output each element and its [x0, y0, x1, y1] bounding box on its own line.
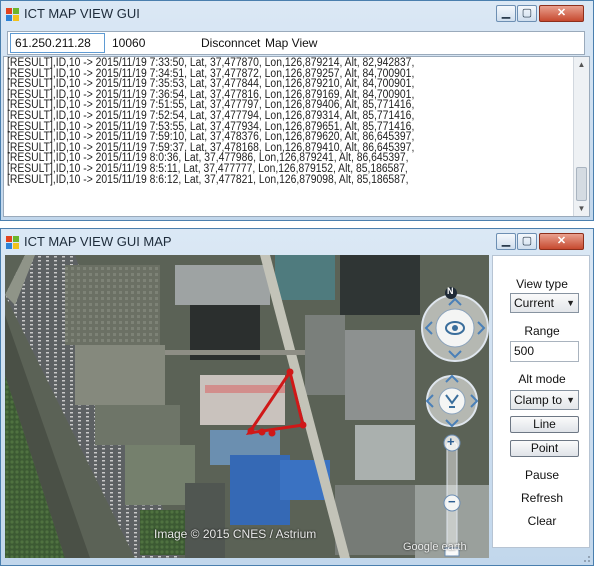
alt-mode-label: Alt mode [518, 372, 566, 386]
close-button[interactable]: ✕ [539, 5, 584, 22]
zoom-out-icon[interactable]: − [448, 494, 456, 509]
map-view-menu-item[interactable]: Map View [265, 36, 317, 50]
track-point [268, 429, 276, 437]
log-window: ICT MAP VIEW GUI ▁ ▢ ✕ 61.250.211.28 100… [0, 0, 594, 221]
window-title: ICT MAP VIEW GUI MAP [24, 234, 172, 249]
google-earth-logo: Google earth [403, 541, 467, 553]
track-point [299, 421, 307, 429]
chevron-down-icon: ▼ [566, 298, 575, 308]
app-icon [6, 8, 19, 21]
move-navigation-control[interactable] [425, 374, 479, 428]
app-icon [6, 236, 19, 249]
range-label: Range [524, 324, 560, 338]
range-input[interactable]: 500 [510, 341, 579, 362]
point-button[interactable]: Point [510, 440, 579, 457]
maximize-button[interactable]: ▢ [517, 5, 537, 22]
control-panel: View type Current ▼ Range 500 Alt mode C… [492, 255, 590, 548]
map-imagery [5, 255, 489, 558]
zoom-in-icon[interactable]: + [447, 434, 455, 449]
clear-button[interactable]: Clear [493, 514, 591, 528]
ip-address-input[interactable]: 61.250.211.28 [10, 33, 105, 53]
scrollbar-thumb[interactable] [576, 167, 587, 201]
line-button[interactable]: Line [510, 416, 579, 433]
port-field[interactable]: 10060 [112, 36, 145, 50]
window-title: ICT MAP VIEW GUI [24, 6, 140, 21]
scroll-down-icon[interactable]: ▼ [574, 201, 589, 216]
disconnect-menu-item[interactable]: Disconncet [201, 36, 260, 50]
minimize-button[interactable]: ▁ [496, 233, 516, 250]
maximize-button[interactable]: ▢ [517, 233, 537, 250]
log-line: [RESULT],ID,10 -> 2015/11/19 8:6:12, Lat… [7, 173, 409, 186]
track-point [247, 427, 255, 435]
view-type-label: View type [516, 277, 568, 291]
alt-mode-select[interactable]: Clamp to ▼ [510, 390, 579, 410]
refresh-button[interactable]: Refresh [493, 491, 591, 505]
chevron-down-icon: ▼ [566, 395, 575, 405]
connection-toolbar: 61.250.211.28 10060 Disconncet Map View [7, 31, 585, 55]
resize-grip-icon[interactable] [581, 553, 591, 563]
close-button[interactable]: ✕ [539, 233, 584, 250]
log-line: [RESULT],ID,10 -> 2015/11/19 8:5:11, Lat… [7, 162, 408, 175]
compass-north-label: N [447, 286, 454, 296]
satellite-map[interactable]: N + − Image © 2015 CNES / Astrium Google… [5, 255, 489, 558]
alt-mode-value: Clamp to [514, 393, 563, 407]
view-type-value: Current [514, 296, 555, 310]
imagery-attribution: Image © 2015 CNES / Astrium [154, 527, 317, 541]
pause-button[interactable]: Pause [493, 468, 591, 482]
log-line: [RESULT],ID,10 -> 2015/11/19 7:52:54, La… [7, 109, 415, 122]
log-scrollbar[interactable]: ▲ ▼ [573, 57, 589, 216]
map-window: ICT MAP VIEW GUI MAP ▁ ▢ ✕ N + − Image ©… [0, 228, 594, 566]
map-window-titlebar[interactable]: ICT MAP VIEW GUI MAP ▁ ▢ ✕ [1, 229, 593, 255]
log-lines: [RESULT],ID,10 -> 2015/11/19 7:33:50, La… [7, 57, 415, 186]
track-point [258, 428, 266, 436]
track-point [286, 368, 294, 376]
minimize-button[interactable]: ▁ [496, 5, 516, 22]
log-window-titlebar[interactable]: ICT MAP VIEW GUI ▁ ▢ ✕ [1, 1, 593, 27]
log-line: [RESULT],ID,10 -> 2015/11/19 7:33:50, La… [7, 57, 415, 69]
view-type-select[interactable]: Current ▼ [510, 293, 579, 313]
look-navigation-control[interactable] [421, 294, 489, 362]
scroll-up-icon[interactable]: ▲ [574, 57, 589, 72]
log-textbox[interactable]: [RESULT],ID,10 -> 2015/11/19 7:33:50, La… [3, 56, 590, 217]
